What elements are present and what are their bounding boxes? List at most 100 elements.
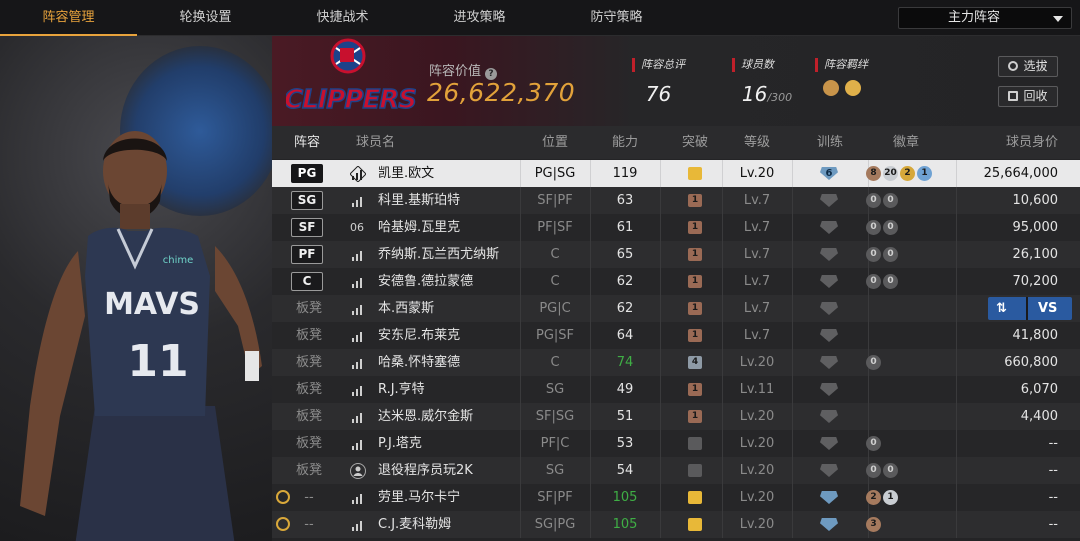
player-name[interactable]: P.J.塔克: [378, 430, 518, 457]
player-rating: 49: [616, 382, 634, 397]
player-level: Lv.20: [739, 409, 775, 424]
player-name[interactable]: 安东尼.布莱克: [378, 322, 518, 349]
column-header-1: 球员名: [356, 135, 396, 150]
player-name[interactable]: 哈桑.怀特塞德: [378, 349, 518, 376]
table-row[interactable]: -- C.J.麦科勒姆 SG|PG 105 Lv.20 3 --: [272, 511, 1080, 538]
position-slot[interactable]: PF: [291, 245, 323, 264]
player-name[interactable]: 科里.基斯珀特: [378, 187, 518, 214]
bench-slot[interactable]: 板凳: [272, 430, 346, 457]
bench-slot[interactable]: 板凳: [272, 457, 346, 484]
training-level-icon[interactable]: 6: [820, 167, 838, 180]
player-name[interactable]: C.J.麦科勒姆: [378, 511, 518, 538]
training-empty-icon[interactable]: [820, 464, 838, 477]
breakthrough-icon: 1: [688, 329, 702, 342]
badge-icon[interactable]: 1: [917, 166, 932, 181]
badge-icon[interactable]: 0: [866, 247, 881, 262]
table-row[interactable]: 板凳 P.J.塔克 PF|C 53 Lv.20 0 --: [272, 430, 1080, 457]
training-empty-icon[interactable]: [820, 194, 838, 207]
training-empty-icon[interactable]: [820, 302, 838, 315]
tab-1[interactable]: 轮换设置: [137, 0, 274, 36]
badge-icon[interactable]: 1: [883, 490, 898, 505]
bench-slot[interactable]: 板凳: [272, 376, 346, 403]
position-slot[interactable]: C: [291, 272, 323, 291]
synergy-icon[interactable]: [845, 80, 861, 96]
player-name[interactable]: R.J.亨特: [378, 376, 518, 403]
bench-slot[interactable]: --: [272, 484, 346, 511]
badge-icon[interactable]: 0: [866, 436, 881, 451]
table-row[interactable]: -- 劳里.马尔卡宁 SF|PF 105 Lv.20 2 1 --: [272, 484, 1080, 511]
breakthrough-icon: 1: [688, 248, 702, 261]
position-slot[interactable]: PG: [291, 164, 323, 183]
table-row[interactable]: PG 凯里.欧文 PG|SG 119 Lv.20 6 8 20 2 1 25,664,000: [272, 160, 1080, 187]
bench-slot[interactable]: --: [272, 511, 346, 538]
badge-icon[interactable]: 0: [883, 463, 898, 478]
training-empty-icon[interactable]: [820, 383, 838, 396]
table-row[interactable]: 板凳 安东尼.布莱克 PG|SF 64 1 Lv.7 41,800: [272, 322, 1080, 349]
player-name[interactable]: 本.西蒙斯: [378, 295, 518, 322]
table-row[interactable]: 板凳 退役程序员玩2K SG 54 Lv.20 0 0 --: [272, 457, 1080, 484]
bench-slot[interactable]: 板凳: [272, 322, 346, 349]
table-row[interactable]: PF 乔纳斯.瓦兰西尤纳斯 C 65 1 Lv.7 0 0 26,100: [272, 241, 1080, 268]
player-name[interactable]: 凯里.欧文: [378, 160, 518, 187]
bench-slot[interactable]: 板凳: [272, 403, 346, 430]
table-row[interactable]: 板凳 达米恩.威尔金斯 SF|SG 51 1 Lv.20 4,400: [272, 403, 1080, 430]
tab-3[interactable]: 进攻策略: [411, 0, 548, 36]
training-empty-icon[interactable]: [820, 248, 838, 261]
training-empty-icon[interactable]: [820, 275, 838, 288]
recycle-icon: [1008, 91, 1019, 101]
scout-button[interactable]: 选拔: [998, 56, 1058, 77]
table-row[interactable]: 板凳 本.西蒙斯 PG|C 62 1 Lv.7 ⇅ VS: [272, 295, 1080, 322]
swap-vs-button[interactable]: ⇅ VS: [988, 297, 1072, 320]
player-position: C: [550, 274, 560, 289]
badge-icon[interactable]: 0: [866, 220, 881, 235]
lineup-value-label: 阵容价值?: [429, 60, 498, 80]
player-rating: 51: [616, 409, 634, 424]
position-slot[interactable]: SG: [291, 191, 323, 210]
bench-slot[interactable]: 板凳: [272, 349, 346, 376]
player-name[interactable]: 哈基姆.瓦里克: [378, 214, 518, 241]
badge-icon[interactable]: 0: [866, 355, 881, 370]
bench-slot[interactable]: 板凳: [272, 295, 346, 322]
training-empty-icon[interactable]: [820, 356, 838, 369]
badge-icon[interactable]: 2: [866, 490, 881, 505]
player-value: 10,600: [1012, 193, 1059, 208]
player-name[interactable]: 退役程序员玩2K: [378, 457, 518, 484]
badge-icon[interactable]: 0: [866, 463, 881, 478]
synergy-icon[interactable]: [823, 80, 839, 96]
tab-4[interactable]: 防守策略: [548, 0, 685, 36]
training-icon[interactable]: [820, 518, 838, 531]
training-empty-icon[interactable]: [820, 221, 838, 234]
training-empty-icon[interactable]: [820, 410, 838, 423]
position-slot[interactable]: SF: [291, 218, 323, 237]
tab-2[interactable]: 快捷战术: [274, 0, 411, 36]
badge-icon[interactable]: 8: [866, 166, 881, 181]
badge-icon[interactable]: 2: [900, 166, 915, 181]
badge-icon[interactable]: 0: [883, 220, 898, 235]
lineup-select[interactable]: 主力阵容: [898, 7, 1072, 29]
badge-icon[interactable]: 0: [883, 247, 898, 262]
table-row[interactable]: 板凳 R.J.亨特 SG 49 1 Lv.11 6,070: [272, 376, 1080, 403]
breakthrough-icon: 1: [688, 221, 702, 234]
badge-icon[interactable]: 0: [883, 274, 898, 289]
badge-icon[interactable]: 20: [883, 166, 898, 181]
player-name[interactable]: 乔纳斯.瓦兰西尤纳斯: [378, 241, 518, 268]
signal-bars-icon: [350, 274, 366, 290]
player-name[interactable]: 安德鲁.德拉蒙德: [378, 268, 518, 295]
table-row[interactable]: SG 科里.基斯珀特 SF|PF 63 1 Lv.7 0 0 10,600: [272, 187, 1080, 214]
column-header-3: 能力: [611, 135, 638, 150]
player-name[interactable]: 达米恩.威尔金斯: [378, 403, 518, 430]
training-empty-icon[interactable]: [820, 329, 838, 342]
training-empty-icon[interactable]: [820, 437, 838, 450]
player-position: PF|C: [540, 436, 570, 451]
tab-0[interactable]: 阵容管理: [0, 0, 137, 36]
table-row[interactable]: SF 06 哈基姆.瓦里克 PF|SF 61 1 Lv.7 0 0 95,000: [272, 214, 1080, 241]
badge-icon[interactable]: 0: [866, 274, 881, 289]
table-row[interactable]: C 安德鲁.德拉蒙德 C 62 1 Lv.7 0 0 70,200: [272, 268, 1080, 295]
recycle-button[interactable]: 回收: [998, 86, 1058, 107]
badge-icon[interactable]: 3: [866, 517, 881, 532]
training-icon[interactable]: [820, 491, 838, 504]
player-name[interactable]: 劳里.马尔卡宁: [378, 484, 518, 511]
badge-icon[interactable]: 0: [866, 193, 881, 208]
table-row[interactable]: 板凳 哈桑.怀特塞德 C 74 4 Lv.20 0 660,800: [272, 349, 1080, 376]
badge-icon[interactable]: 0: [883, 193, 898, 208]
